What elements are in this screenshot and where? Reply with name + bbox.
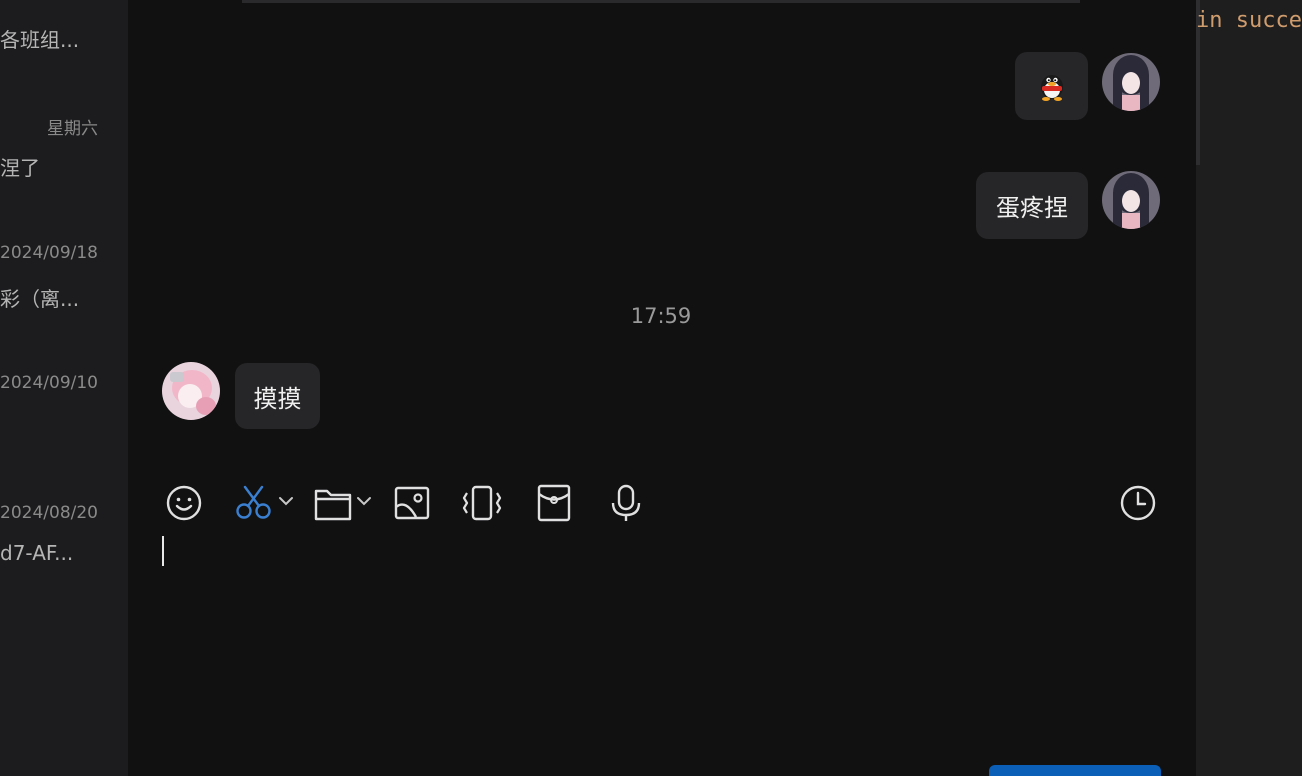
conversation-preview: d7-AF...	[0, 541, 74, 565]
my-avatar[interactable]	[1102, 53, 1160, 111]
conversation-time: 星期六	[47, 119, 98, 139]
screenshot-button[interactable]	[234, 481, 298, 525]
conversation-item[interactable]: 2024/09/18 彩（离...	[0, 243, 128, 373]
code-editor-background: in succe	[1196, 0, 1302, 776]
image-icon	[394, 486, 430, 520]
divider	[242, 0, 1080, 3]
conversation-time: 2024/08/20	[0, 503, 98, 523]
history-clock-icon	[1120, 485, 1156, 521]
shake-button[interactable]	[460, 481, 504, 525]
chevron-down-icon	[357, 497, 371, 506]
my-avatar[interactable]	[1102, 171, 1160, 229]
conversation-item[interactable]: 2024/09/10	[0, 373, 128, 503]
emoji-button[interactable]	[162, 481, 206, 525]
image-button[interactable]	[390, 481, 434, 525]
contact-avatar[interactable]	[162, 362, 220, 420]
message-bubble[interactable]: 摸摸	[235, 363, 320, 429]
red-packet-icon	[537, 484, 571, 522]
conversation-item[interactable]: 星期六 涅了	[0, 114, 128, 244]
message-bubble[interactable]: 蛋疼捏	[976, 172, 1088, 239]
shake-icon	[462, 485, 502, 521]
message-bubble-sticker[interactable]	[1015, 52, 1088, 120]
conversation-time: 2024/09/18	[0, 243, 98, 263]
red-packet-button[interactable]	[532, 481, 576, 525]
conversation-preview: 各班组...	[0, 28, 80, 52]
qq-penguin-icon	[1040, 75, 1063, 101]
conversation-item[interactable]: 2024/08/20 d7-AF...	[0, 503, 128, 633]
microphone-icon	[611, 484, 641, 521]
code-line: in succe	[1196, 8, 1302, 33]
voice-button[interactable]	[604, 481, 648, 525]
conversation-item[interactable]: 各班组...	[0, 0, 128, 120]
emoji-icon	[166, 485, 202, 521]
history-button[interactable]	[1116, 481, 1160, 525]
conversation-preview: 彩（离...	[0, 287, 80, 311]
chat-panel: 蛋疼捏 17:59 摸摸	[128, 0, 1196, 776]
conversation-list: 各班组... 星期六 涅了 2024/09/18 彩（离... 2024/09/…	[0, 0, 128, 776]
scissors-icon	[236, 485, 293, 519]
message-timestamp: 17:59	[630, 304, 692, 328]
conversation-preview: 涅了	[0, 156, 40, 180]
message-input-caret[interactable]	[162, 536, 164, 566]
send-button[interactable]	[989, 765, 1161, 776]
conversation-time: 2024/09/10	[0, 373, 98, 393]
chevron-down-icon	[279, 497, 293, 506]
folder-icon	[314, 489, 371, 521]
file-button[interactable]	[312, 481, 376, 525]
